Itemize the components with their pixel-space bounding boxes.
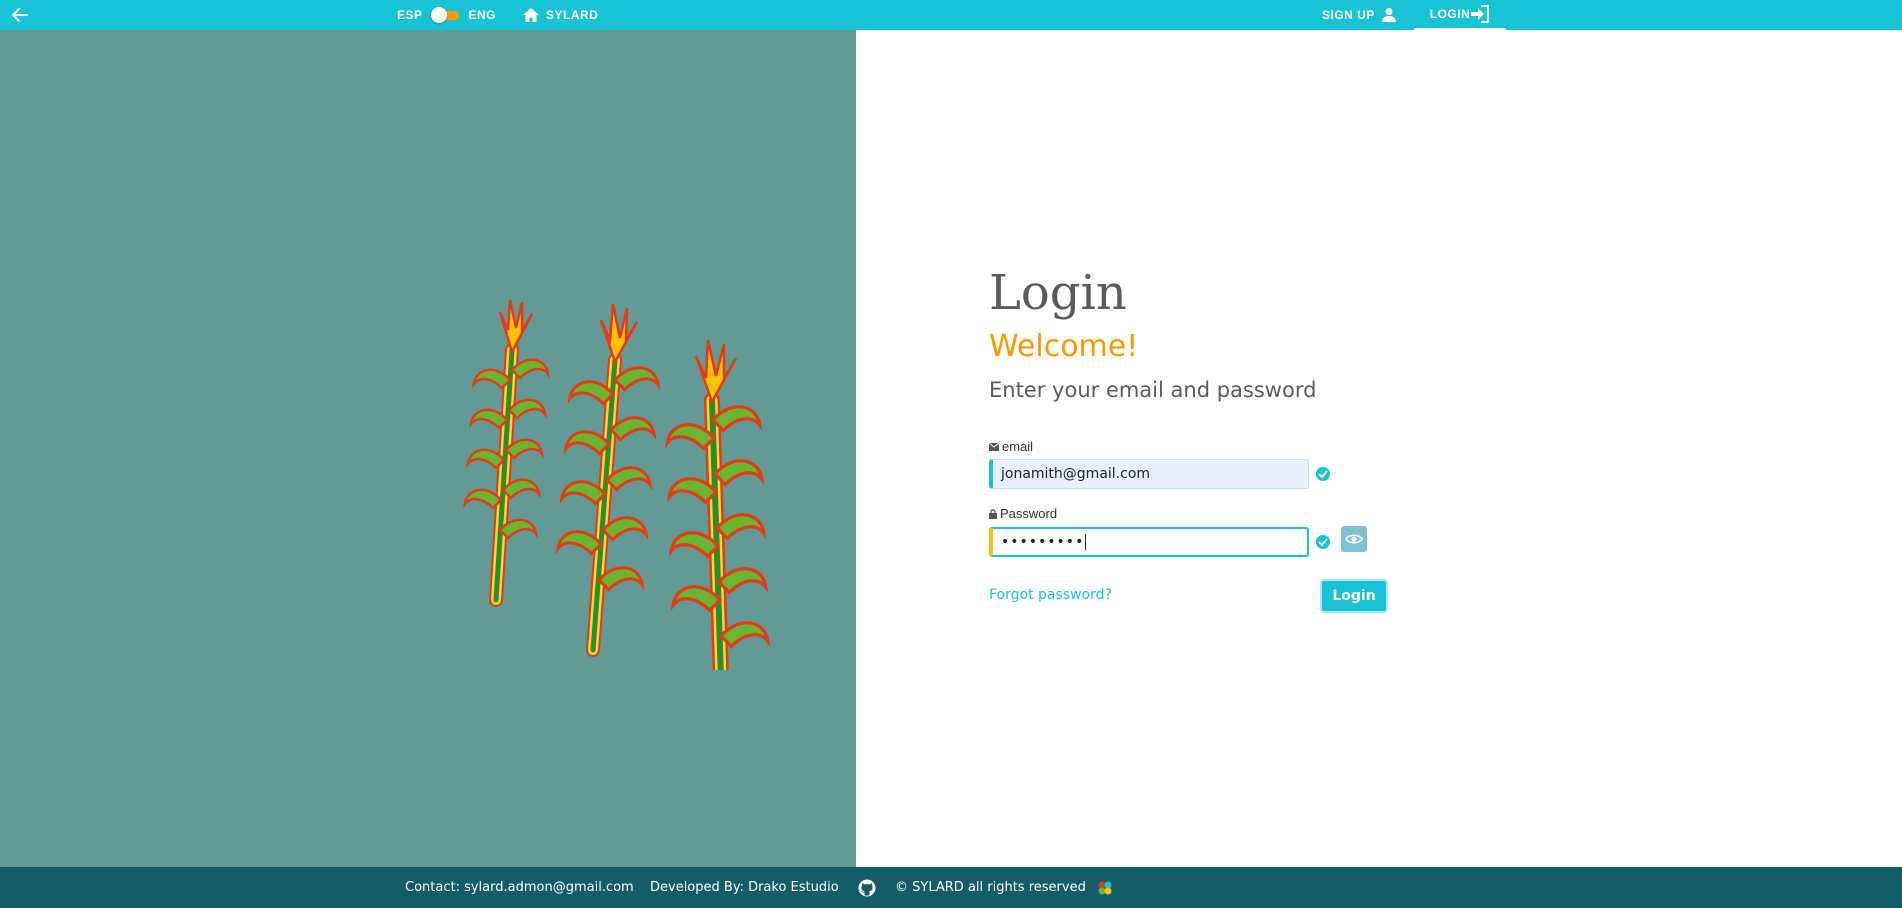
page-title: Login (989, 265, 1127, 321)
lang-esp-label: ESP (397, 8, 423, 22)
home-icon (523, 8, 539, 22)
user-icon (1381, 8, 1396, 22)
corn-plants-icon (463, 299, 770, 670)
home-label: SYLARD (546, 8, 599, 22)
email-valid-icon (1316, 467, 1330, 481)
signup-link[interactable]: SIGN UP (1322, 0, 1397, 30)
footer-developer[interactable]: Developed By: Drako Estudio (650, 867, 839, 908)
plant-2 (556, 303, 660, 657)
login-form: Login Welcome! Enter your email and pass… (989, 265, 1389, 613)
login-button[interactable]: Login (1320, 579, 1388, 613)
footer-contact[interactable]: Contact: sylard.admon@gmail.com (405, 867, 634, 908)
form-subtitle: Enter your email and password (989, 378, 1317, 402)
email-label-text: email (1002, 439, 1034, 454)
password-label: Password (989, 506, 1057, 521)
footer: Contact: sylard.admon@gmail.com Develope… (0, 867, 1902, 908)
home-link[interactable]: SYLARD (522, 0, 598, 30)
language-switch: ESP ENG (397, 0, 496, 30)
top-navbar: ESP ENG SYLARD SIGN UP LOGIN (0, 0, 1902, 30)
signup-label: SIGN UP (1322, 8, 1375, 22)
email-label: email (989, 439, 1033, 454)
lang-eng-label: ENG (468, 8, 497, 22)
back-button[interactable] (8, 3, 32, 27)
github-icon (858, 879, 876, 896)
toggle-knob (430, 7, 447, 23)
language-toggle[interactable] (430, 7, 461, 23)
forgot-password-link[interactable]: Forgot password? (989, 587, 1112, 603)
lock-icon (989, 508, 997, 519)
text-caret (1085, 534, 1087, 550)
email-value: jonamith@gmail.com (1001, 466, 1151, 482)
welcome-text: Welcome! (989, 329, 1139, 364)
plant-3 (665, 339, 770, 670)
login-icon (1471, 5, 1490, 23)
login-tab[interactable]: LOGIN (1414, 0, 1506, 30)
drako-logo-icon (1098, 881, 1112, 894)
footer-rights: © SYLARD all rights reserved (895, 880, 1086, 895)
brand-logo (1097, 867, 1113, 908)
show-password-button[interactable] (1341, 526, 1367, 552)
plant-1 (463, 299, 550, 607)
eye-icon (1345, 534, 1363, 544)
password-field[interactable]: ••••••••• (989, 527, 1309, 557)
email-field[interactable]: jonamith@gmail.com (989, 459, 1309, 489)
password-label-text: Password (1000, 506, 1058, 521)
mail-icon (989, 442, 999, 451)
password-valid-icon (1316, 535, 1330, 549)
illustration-panel (0, 30, 856, 867)
arrow-left-icon (12, 8, 28, 22)
password-value: ••••••••• (1001, 534, 1085, 550)
github-link[interactable] (858, 867, 876, 908)
login-tab-label: LOGIN (1429, 7, 1471, 21)
